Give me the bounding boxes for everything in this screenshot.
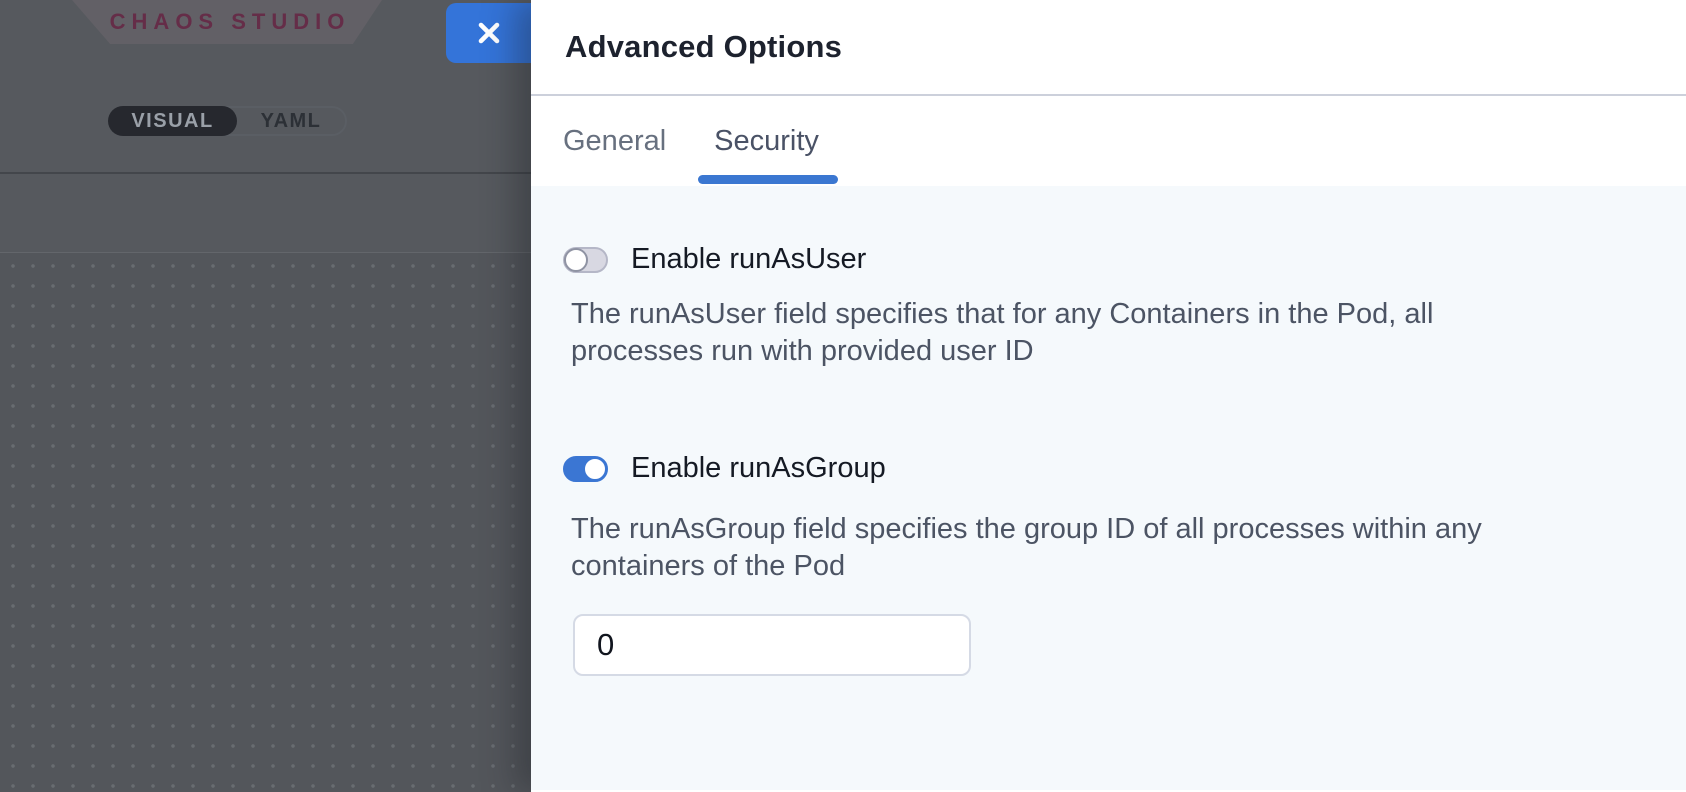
visual-segment-label: VISUAL <box>131 110 213 133</box>
run-as-user-toggle[interactable] <box>563 247 608 273</box>
brand-banner: CHAOS STUDIO <box>72 0 382 44</box>
run-as-user-row: Enable runAsUser <box>563 243 866 276</box>
run-as-user-label: Enable runAsUser <box>631 243 866 276</box>
tab-security[interactable]: Security <box>714 125 819 158</box>
drawer-title: Advanced Options <box>565 29 842 65</box>
active-tab-indicator <box>698 175 838 184</box>
security-tab-panel: Enable runAsUser The runAsUser field spe… <box>531 186 1686 790</box>
visual-yaml-switch[interactable]: VISUAL YAML <box>108 106 347 136</box>
run-as-user-description: The runAsUser field specifies that for a… <box>571 296 1516 370</box>
close-icon <box>476 20 502 46</box>
toggle-knob <box>564 248 588 272</box>
screen: CHAOS STUDIO VISUAL YAML Advanced Option… <box>0 0 1686 792</box>
run-as-group-label: Enable runAsGroup <box>631 452 886 485</box>
toggle-knob <box>583 457 607 481</box>
run-as-group-id-input[interactable] <box>573 614 971 676</box>
close-drawer-button[interactable] <box>446 3 531 63</box>
dimmed-editor-backdrop: CHAOS STUDIO VISUAL YAML <box>0 0 531 792</box>
brand-title: CHAOS STUDIO <box>104 9 351 35</box>
editor-header-divider <box>0 172 531 174</box>
dotted-canvas <box>0 252 531 792</box>
yaml-segment-label: YAML <box>261 110 322 133</box>
tab-general[interactable]: General <box>563 125 666 158</box>
yaml-segment[interactable]: YAML <box>237 106 345 136</box>
run-as-group-row: Enable runAsGroup <box>563 452 886 485</box>
drawer-tabs: General Security <box>531 96 1686 186</box>
drawer-header: Advanced Options <box>531 0 1686 96</box>
run-as-group-toggle[interactable] <box>563 456 608 482</box>
visual-segment[interactable]: VISUAL <box>108 106 237 136</box>
advanced-options-drawer: Advanced Options General Security Enable… <box>531 0 1686 792</box>
run-as-group-description: The runAsGroup field specifies the group… <box>571 511 1516 585</box>
